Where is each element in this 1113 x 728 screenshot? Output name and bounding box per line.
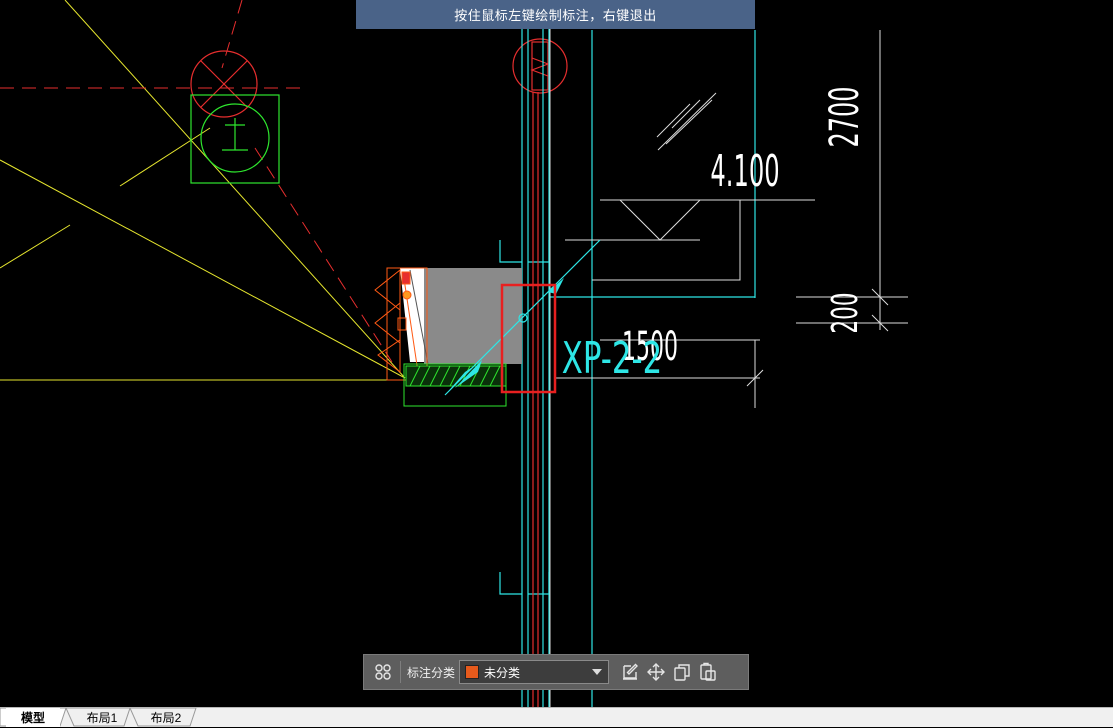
category-label: 标注分类 — [407, 665, 456, 680]
dim-200-text: 200 — [823, 292, 865, 333]
hint-text: 按住鼠标左键绘制标注，右键退出 — [454, 8, 657, 23]
yellow-lines — [0, 0, 406, 381]
elevation-text: 4.100 — [710, 146, 779, 197]
edit-icon[interactable] — [617, 659, 643, 685]
grid-icon[interactable] — [370, 659, 396, 685]
axis-circle-red — [190, 50, 258, 118]
red-dashed-lines — [0, 0, 393, 363]
category-color-swatch — [465, 665, 480, 679]
hint-banner: 按住鼠标左键绘制标注，右键退出 — [356, 0, 755, 29]
copy-icon[interactable] — [669, 659, 695, 685]
dim-2700-text: 2700 — [820, 86, 867, 147]
red-symbol-top — [512, 38, 568, 94]
section-label-text: XP-2-2 — [562, 332, 662, 383]
category-select[interactable]: 未分类 — [459, 660, 610, 684]
tab-model[interactable]: 模型 — [6, 708, 60, 727]
annotation-toolbar: 标注分类 未分类 — [363, 654, 749, 690]
paste-icon[interactable] — [695, 659, 721, 685]
cad-canvas[interactable]: 4.100 2700 200 1500 XP-2-2 — [0, 0, 1113, 707]
move-icon[interactable] — [643, 659, 669, 685]
tab-layout2[interactable]: 布局2 — [140, 708, 192, 727]
toolbar-separator — [400, 661, 401, 683]
layout-tabs: 模型 布局1 布局2 — [0, 707, 1113, 727]
green-symbol — [190, 94, 280, 184]
beam-block — [400, 268, 522, 365]
category-value: 未分类 — [484, 665, 521, 680]
red-vertical-lines — [532, 92, 539, 707]
tab-layout1[interactable]: 布局1 — [76, 708, 128, 727]
chevron-down-icon[interactable] — [592, 669, 603, 675]
